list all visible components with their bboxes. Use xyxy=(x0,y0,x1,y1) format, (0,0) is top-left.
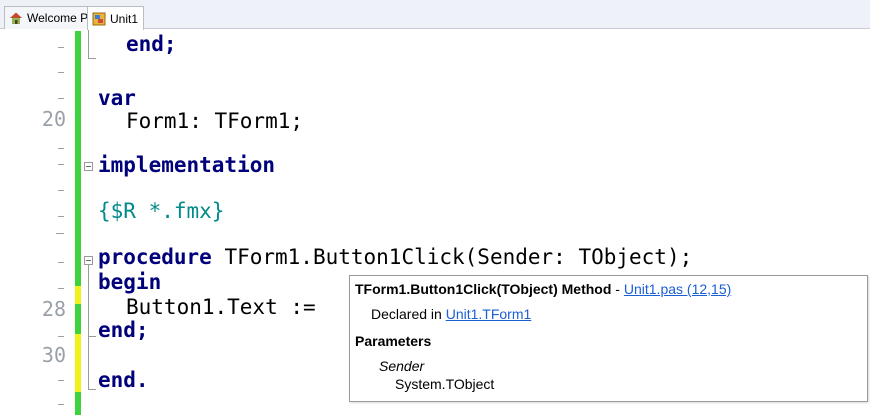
gutter-dot xyxy=(58,288,64,289)
keyword: end; xyxy=(126,32,177,56)
tab-unit1[interactable]: Unit1 xyxy=(87,6,145,30)
unit-file-icon xyxy=(92,12,106,26)
identifier: TForm1.Button1Click(Sender: TObject); xyxy=(211,245,693,269)
code-line: Form1: TForm1; xyxy=(126,108,303,134)
gutter-dot xyxy=(58,404,64,405)
code-line: {$R *.fmx} xyxy=(98,198,224,224)
fold-guide xyxy=(88,336,96,337)
declared-in-link[interactable]: Unit1.TForm1 xyxy=(446,306,532,322)
identifier: Form1: TForm1; xyxy=(126,109,304,133)
code-line: implementation xyxy=(98,152,275,178)
gutter-dot xyxy=(58,262,64,263)
tooltip-header: TForm1.Button1Click(TObject) Method - Un… xyxy=(355,281,731,297)
gutter-dot xyxy=(58,190,64,191)
declared-in-line: Declared in Unit1.TForm1 xyxy=(371,306,531,322)
saved-lines-bar xyxy=(75,286,81,304)
line-number: 30 xyxy=(41,343,66,367)
keyword: end; xyxy=(98,318,149,342)
gutter-dot xyxy=(58,98,64,99)
code-line: begin xyxy=(98,269,161,295)
gutter-dot xyxy=(58,72,64,73)
gutter-dot xyxy=(58,148,64,149)
fold-guide xyxy=(88,30,89,58)
gutter-dot xyxy=(58,216,64,217)
modified-lines-bar xyxy=(75,31,81,286)
modified-lines-bar xyxy=(75,304,81,334)
parameter-name: Sender xyxy=(379,358,425,374)
editor-tab-bar: Welcome Page Unit1 xyxy=(0,0,870,30)
keyword: implementation xyxy=(98,153,276,177)
parameter-type: System.TObject xyxy=(395,376,495,392)
saved-lines-bar xyxy=(75,334,81,392)
code-line: end. xyxy=(98,367,149,393)
code-line: procedure TForm1.Button1Click(Sender: TO… xyxy=(98,244,692,270)
home-icon xyxy=(9,11,23,25)
help-insight-tooltip: TForm1.Button1Click(TObject) Method - Un… xyxy=(349,275,868,402)
fold-toggle[interactable] xyxy=(84,256,93,265)
gutter-dot xyxy=(58,47,64,48)
fold-guide xyxy=(88,389,96,390)
modified-lines-bar xyxy=(75,392,81,415)
fold-toggle[interactable] xyxy=(84,162,93,171)
keyword: begin xyxy=(98,270,162,294)
tab-label: Unit1 xyxy=(110,11,139,26)
gutter-dot xyxy=(56,233,64,234)
code-line: end; xyxy=(126,31,177,57)
declared-in-label: Declared in xyxy=(371,306,446,322)
code-line: Button1.Text := xyxy=(126,294,316,320)
keyword: var xyxy=(98,86,136,110)
separator: - xyxy=(611,281,624,297)
fold-guide xyxy=(88,265,89,389)
source-location-link[interactable]: Unit1.pas (12,15) xyxy=(624,281,731,297)
gutter-dot xyxy=(58,380,64,381)
line-number: 20 xyxy=(41,107,66,131)
compiler-directive: {$R *.fmx} xyxy=(98,199,225,223)
method-signature: TForm1.Button1Click(TObject) Method xyxy=(355,281,612,297)
gutter-dot xyxy=(58,336,64,337)
gutter-dot xyxy=(58,164,64,165)
identifier: Button1.Text := xyxy=(126,295,316,319)
line-number: 28 xyxy=(41,297,66,321)
code-line: end; xyxy=(98,317,149,343)
parameters-heading: Parameters xyxy=(355,333,432,349)
keyword: end. xyxy=(98,368,149,392)
keyword: procedure xyxy=(98,245,212,269)
fold-guide xyxy=(88,58,96,59)
